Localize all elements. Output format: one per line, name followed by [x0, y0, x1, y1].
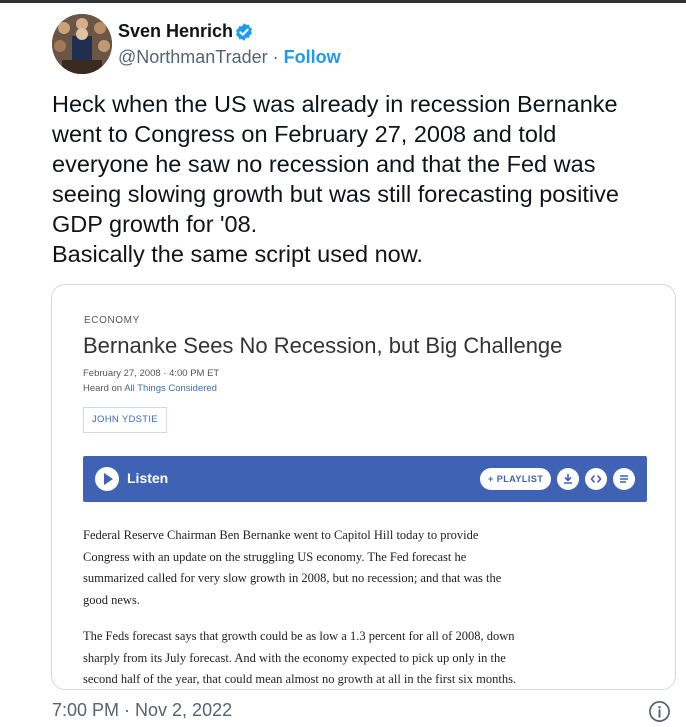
tweet-text-line: everyone he saw no recession and that th…	[52, 151, 596, 177]
author-name[interactable]: Sven Henrich	[118, 21, 233, 42]
paragraph-line: Federal Reserve Chairman Ben Bernanke we…	[83, 528, 479, 542]
article-section-label: ECONOMY	[84, 315, 140, 326]
play-icon	[95, 467, 119, 491]
top-divider	[0, 0, 686, 3]
tweet-text-line: seeing slowing growth but was still fore…	[52, 181, 619, 207]
transcript-icon	[613, 468, 635, 490]
heard-on-show-link: All Things Considered	[124, 383, 217, 394]
playlist-button: + PLAYLIST	[480, 468, 552, 490]
listen-label: Listen	[127, 470, 169, 486]
paragraph-line: sharply from its July forecast. And with…	[83, 650, 506, 665]
article-paragraph-2: The Feds forecast says that growth could…	[83, 626, 517, 689]
article-byline: JOHN YDSTIE	[83, 407, 167, 433]
tweet-text-line: Basically the same script used now.	[52, 241, 423, 267]
heard-on-prefix: Heard on	[83, 383, 125, 394]
follow-button[interactable]: Follow	[284, 47, 341, 67]
info-icon[interactable]	[648, 700, 671, 723]
separator-dot: ·	[267, 47, 284, 67]
tweet-text-line: went to Congress on February 27, 2008 an…	[52, 121, 557, 147]
author-handle[interactable]: @NorthmanTrader	[118, 47, 268, 67]
article-paragraph-1: Federal Reserve Chairman Ben Bernanke we…	[83, 525, 501, 611]
embedded-article-image[interactable]: ECONOMY Bernanke Sees No Recession, but …	[51, 284, 676, 690]
paragraph-line: summarized called for very slow growth i…	[83, 571, 502, 585]
tweet-timestamp[interactable]: 7:00 PM · Nov 2, 2022	[52, 700, 232, 721]
article-headline: Bernanke Sees No Recession, but Big Chal…	[83, 333, 563, 358]
avatar[interactable]	[52, 14, 112, 74]
tweet-text-line: Heck when the US was already in recessio…	[52, 91, 618, 117]
paragraph-line: Congress with an update on the strugglin…	[83, 549, 467, 564]
paragraph-line: good news.	[83, 592, 140, 607]
paragraph-line: second half of the year, that could mean…	[83, 672, 517, 686]
download-icon	[557, 468, 579, 490]
article-heard-on: Heard on All Things Considered	[83, 383, 217, 394]
audio-player: Listen + PLAYLIST	[83, 456, 647, 502]
tweet-text: Heck when the US was already in recessio…	[52, 89, 682, 269]
verified-badge-icon	[236, 23, 252, 41]
paragraph-line: The Feds forecast says that growth could…	[83, 629, 515, 643]
embed-icon	[585, 468, 607, 490]
tweet-text-line: GDP growth for '08.	[52, 211, 258, 237]
handle-row: @NorthmanTrader · Follow	[118, 47, 341, 68]
article-dateline: February 27, 2008 · 4:00 PM ET	[83, 368, 220, 379]
